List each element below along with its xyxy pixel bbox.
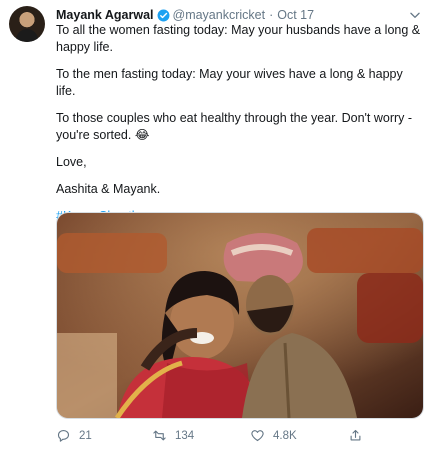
share-button[interactable] bbox=[348, 428, 371, 443]
tweet-paragraph: To those couples who eat healthy through… bbox=[56, 111, 413, 142]
tweet-paragraph: To the men fasting today: May your wives… bbox=[56, 67, 403, 98]
author-handle[interactable]: @mayankcricket bbox=[173, 8, 266, 23]
tweet-paragraph: Love, bbox=[56, 155, 87, 169]
meta-separator: · bbox=[269, 8, 274, 22]
reply-icon bbox=[57, 429, 70, 442]
share-icon bbox=[350, 429, 361, 441]
verified-badge-icon bbox=[157, 9, 170, 22]
tweet-paragraph: Aashita & Mayank. bbox=[56, 182, 161, 196]
photo-couple bbox=[57, 213, 423, 418]
avatar[interactable] bbox=[9, 6, 45, 42]
tweet[interactable]: Mayank Agarwal @mayankcricket · Oct 17 T… bbox=[0, 0, 434, 450]
tweet-paragraph: To all the women fasting today: May your… bbox=[56, 23, 421, 54]
author-name[interactable]: Mayank Agarwal bbox=[56, 8, 154, 23]
tweet-date[interactable]: Oct 17 bbox=[277, 8, 314, 23]
tweet-actions: 21 134 4.8K bbox=[56, 428, 422, 446]
retweet-count: 134 bbox=[175, 429, 195, 442]
reply-button[interactable]: 21 bbox=[56, 428, 92, 443]
tweet-photo[interactable] bbox=[56, 212, 424, 419]
retweet-button[interactable]: 134 bbox=[152, 428, 194, 443]
tweet-header: Mayank Agarwal @mayankcricket · Oct 17 bbox=[56, 8, 314, 23]
like-count: 4.8K bbox=[273, 429, 297, 442]
like-button[interactable]: 4.8K bbox=[250, 428, 297, 443]
tweet-text: To all the women fasting today: May your… bbox=[56, 22, 422, 235]
chevron-down-icon[interactable] bbox=[408, 8, 422, 22]
reply-count: 21 bbox=[79, 429, 92, 442]
retweet-icon bbox=[153, 430, 166, 441]
heart-icon bbox=[251, 430, 264, 442]
